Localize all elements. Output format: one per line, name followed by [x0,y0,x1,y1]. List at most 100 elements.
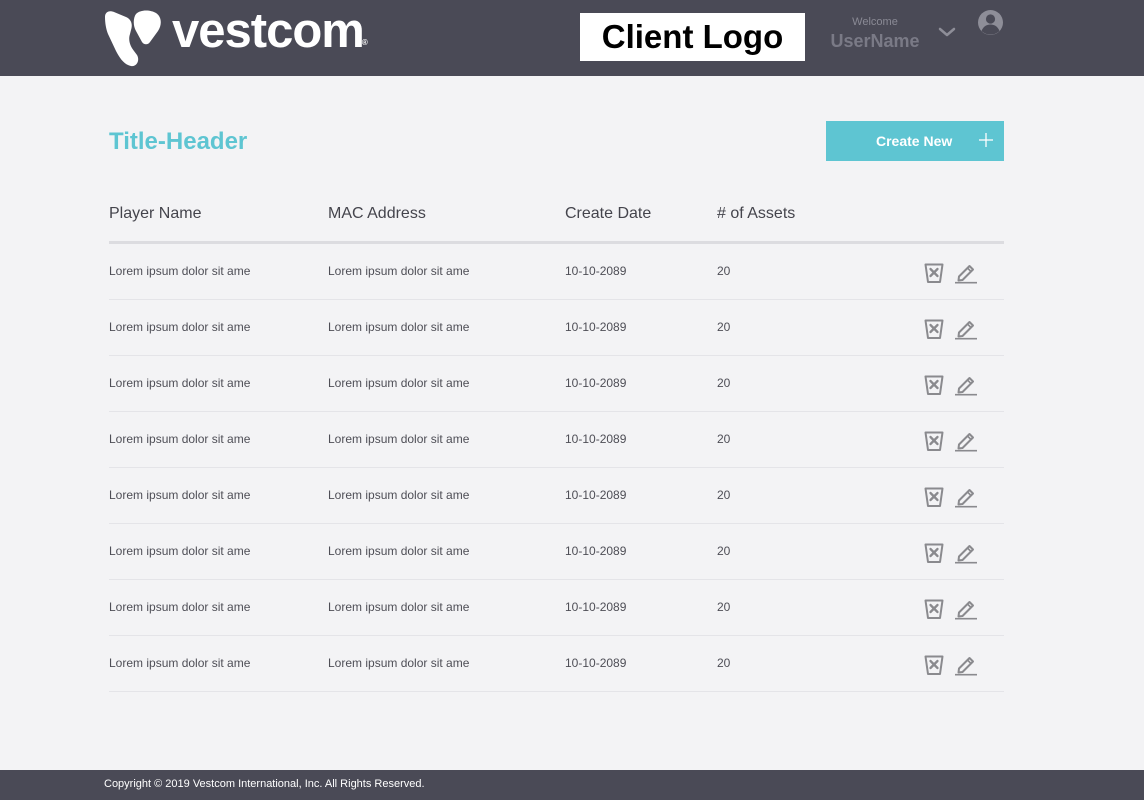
delete-icon [924,263,944,283]
table-row: Lorem ipsum dolor sit ame Lorem ipsum do… [109,580,1004,636]
table-header: Player Name MAC Address Create Date # of… [109,196,1004,244]
delete-icon [924,599,944,619]
player-name-cell: Lorem ipsum dolor sit ame [109,432,251,446]
asset-count-cell: 20 [717,488,731,502]
edit-button[interactable] [954,373,978,397]
edit-button[interactable] [954,261,978,285]
player-name-cell: Lorem ipsum dolor sit ame [109,600,251,614]
delete-button[interactable] [922,485,946,509]
delete-button[interactable] [922,541,946,565]
chevron-down-icon[interactable] [937,24,957,40]
delete-button[interactable] [922,373,946,397]
asset-count-cell: 20 [717,544,731,558]
mac-address-cell: Lorem ipsum dolor sit ame [328,432,470,446]
edit-button[interactable] [954,429,978,453]
edit-icon [955,657,977,676]
table-row: Lorem ipsum dolor sit ame Lorem ipsum do… [109,524,1004,580]
column-header-asset-count[interactable]: # of Assets [717,205,795,223]
edit-icon [955,377,977,396]
players-table: Player Name MAC Address Create Date # of… [109,196,1004,692]
app-footer: Copyright © 2019 Vestcom International, … [0,770,1144,800]
delete-icon [924,375,944,395]
asset-count-cell: 20 [717,600,731,614]
brand-registered-mark: ® [361,38,368,47]
brand-name: vestcom [172,4,365,58]
row-actions [922,541,978,565]
edit-icon [955,321,977,340]
column-header-player-name[interactable]: Player Name [109,205,201,223]
edit-button[interactable] [954,653,978,677]
delete-icon [924,431,944,451]
edit-icon [955,265,977,284]
table-row: Lorem ipsum dolor sit ame Lorem ipsum do… [109,300,1004,356]
client-logo: Client Logo [580,13,805,61]
create-new-button[interactable]: Create New [826,121,1004,161]
asset-count-cell: 20 [717,656,731,670]
edit-button[interactable] [954,485,978,509]
column-header-mac-address[interactable]: MAC Address [328,205,426,223]
delete-icon [924,655,944,675]
table-row: Lorem ipsum dolor sit ame Lorem ipsum do… [109,356,1004,412]
create-date-cell: 10-10-2089 [565,264,627,278]
row-actions [922,317,978,341]
row-actions [922,485,978,509]
edit-icon [955,545,977,564]
create-date-cell: 10-10-2089 [565,600,627,614]
vestcom-logo-icon [105,10,161,67]
create-date-cell: 10-10-2089 [565,320,627,334]
row-actions [922,653,978,677]
user-menu[interactable]: Welcome UserName [826,16,924,52]
row-actions [922,429,978,453]
app-header: vestcom® Client Logo Welcome UserName [0,0,1144,76]
create-date-cell: 10-10-2089 [565,376,627,390]
delete-button[interactable] [922,429,946,453]
delete-button[interactable] [922,317,946,341]
row-actions [922,261,978,285]
mac-address-cell: Lorem ipsum dolor sit ame [328,544,470,558]
mac-address-cell: Lorem ipsum dolor sit ame [328,320,470,334]
table-body: Lorem ipsum dolor sit ame Lorem ipsum do… [109,244,1004,692]
welcome-label: Welcome [852,16,898,28]
row-actions [922,373,978,397]
delete-button[interactable] [922,261,946,285]
player-name-cell: Lorem ipsum dolor sit ame [109,544,251,558]
edit-icon [955,601,977,620]
delete-button[interactable] [922,597,946,621]
table-row: Lorem ipsum dolor sit ame Lorem ipsum do… [109,636,1004,692]
asset-count-cell: 20 [717,432,731,446]
player-name-cell: Lorem ipsum dolor sit ame [109,488,251,502]
user-avatar-icon[interactable] [977,9,1004,36]
player-name-cell: Lorem ipsum dolor sit ame [109,376,251,390]
asset-count-cell: 20 [717,264,731,278]
player-name-cell: Lorem ipsum dolor sit ame [109,320,251,334]
delete-icon [924,487,944,507]
table-row: Lorem ipsum dolor sit ame Lorem ipsum do… [109,244,1004,300]
player-name-cell: Lorem ipsum dolor sit ame [109,264,251,278]
mac-address-cell: Lorem ipsum dolor sit ame [328,600,470,614]
asset-count-cell: 20 [717,320,731,334]
mac-address-cell: Lorem ipsum dolor sit ame [328,656,470,670]
asset-count-cell: 20 [717,376,731,390]
create-new-label: Create New [876,133,953,149]
username: UserName [830,31,920,51]
column-header-create-date[interactable]: Create Date [565,205,651,223]
create-date-cell: 10-10-2089 [565,432,627,446]
edit-button[interactable] [954,541,978,565]
table-row: Lorem ipsum dolor sit ame Lorem ipsum do… [109,468,1004,524]
delete-icon [924,543,944,563]
edit-button[interactable] [954,317,978,341]
edit-button[interactable] [954,597,978,621]
mac-address-cell: Lorem ipsum dolor sit ame [328,376,470,390]
mac-address-cell: Lorem ipsum dolor sit ame [328,488,470,502]
brand-logo[interactable]: vestcom® [104,4,368,68]
create-date-cell: 10-10-2089 [565,488,627,502]
create-date-cell: 10-10-2089 [565,544,627,558]
table-row: Lorem ipsum dolor sit ame Lorem ipsum do… [109,412,1004,468]
plus-icon [979,133,993,147]
mac-address-cell: Lorem ipsum dolor sit ame [328,264,470,278]
edit-icon [955,433,977,452]
delete-button[interactable] [922,653,946,677]
create-date-cell: 10-10-2089 [565,656,627,670]
page-title: Title-Header [109,128,248,155]
player-name-cell: Lorem ipsum dolor sit ame [109,656,251,670]
